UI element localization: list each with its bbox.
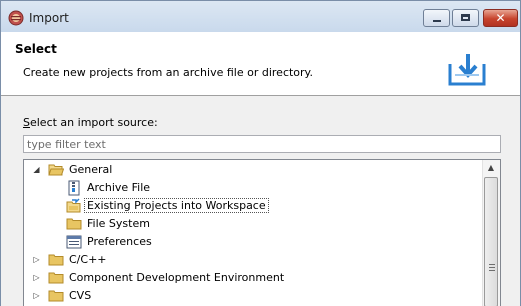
minimize-icon — [433, 20, 441, 22]
folder-icon — [66, 218, 82, 230]
preferences-icon — [66, 235, 82, 249]
tree-item-label: General — [69, 163, 113, 176]
tree-item-label: Component Development Environment — [69, 271, 285, 284]
expand-arrow-icon[interactable]: ▷ — [32, 273, 41, 282]
tree-item-existing-projects[interactable]: Existing Projects into Workspace — [24, 197, 484, 215]
tree-item-cvs[interactable]: ▷ CVS — [24, 287, 484, 305]
existing-projects-icon — [66, 198, 81, 213]
import-banner-icon — [448, 54, 486, 86]
tree-item-label: C/C++ — [69, 253, 107, 266]
tree-item-label: Archive File — [87, 181, 151, 194]
wizard-body: Select an import source: ◢ General — [1, 96, 520, 306]
expand-arrow-icon[interactable]: ▷ — [32, 291, 41, 300]
minimize-button[interactable] — [423, 9, 450, 27]
label-text: elect an import source: — [29, 116, 158, 129]
title-bar[interactable]: Import ✕ — [1, 1, 520, 32]
label-accelerator: S — [23, 116, 30, 129]
tree-item-cpp[interactable]: ▷ C/C++ — [24, 251, 484, 269]
vertical-scrollbar[interactable]: ▲ — [482, 160, 500, 306]
import-dialog: Import ✕ Select Create new projects from… — [0, 0, 521, 306]
tree-item-label: CVS — [69, 289, 92, 302]
tree-item-file-system[interactable]: File System — [24, 215, 484, 233]
import-source-tree[interactable]: ◢ General Archive File Existing Projects… — [23, 159, 501, 306]
folder-open-icon — [48, 164, 64, 176]
scroll-thumb[interactable] — [484, 177, 498, 306]
maximize-button[interactable] — [452, 9, 479, 27]
tree-item-archive-file[interactable]: Archive File — [24, 179, 484, 197]
folder-icon — [48, 272, 64, 284]
grip-line — [489, 264, 495, 265]
tree-item-label: File System — [87, 217, 150, 230]
grip-line — [489, 267, 495, 268]
tree-item-label: Preferences — [87, 235, 152, 248]
page-title: Select — [15, 42, 57, 56]
grip-line — [489, 270, 495, 271]
collapse-arrow-icon[interactable]: ◢ — [32, 165, 41, 174]
window-title: Import — [29, 11, 69, 25]
scroll-up-arrow-icon[interactable]: ▲ — [483, 160, 499, 176]
tree-item-component-dev[interactable]: ▷ Component Development Environment — [24, 269, 484, 287]
filter-input[interactable] — [23, 135, 501, 153]
tree-item-label: Existing Projects into Workspace — [84, 198, 269, 213]
import-source-label: Select an import source: — [23, 116, 158, 129]
close-button[interactable]: ✕ — [483, 9, 518, 27]
page-description: Create new projects from an archive file… — [23, 66, 313, 79]
folder-icon — [48, 290, 64, 302]
archive-file-icon — [68, 180, 80, 196]
close-icon: ✕ — [495, 11, 506, 25]
tree-item-preferences[interactable]: Preferences — [24, 233, 484, 251]
folder-icon — [48, 254, 64, 266]
expand-arrow-icon[interactable]: ▷ — [32, 255, 41, 264]
tree-item-general[interactable]: ◢ General — [24, 161, 484, 179]
maximize-icon — [461, 14, 470, 21]
eclipse-app-icon — [8, 10, 24, 26]
wizard-header: Select Create new projects from an archi… — [1, 32, 520, 96]
